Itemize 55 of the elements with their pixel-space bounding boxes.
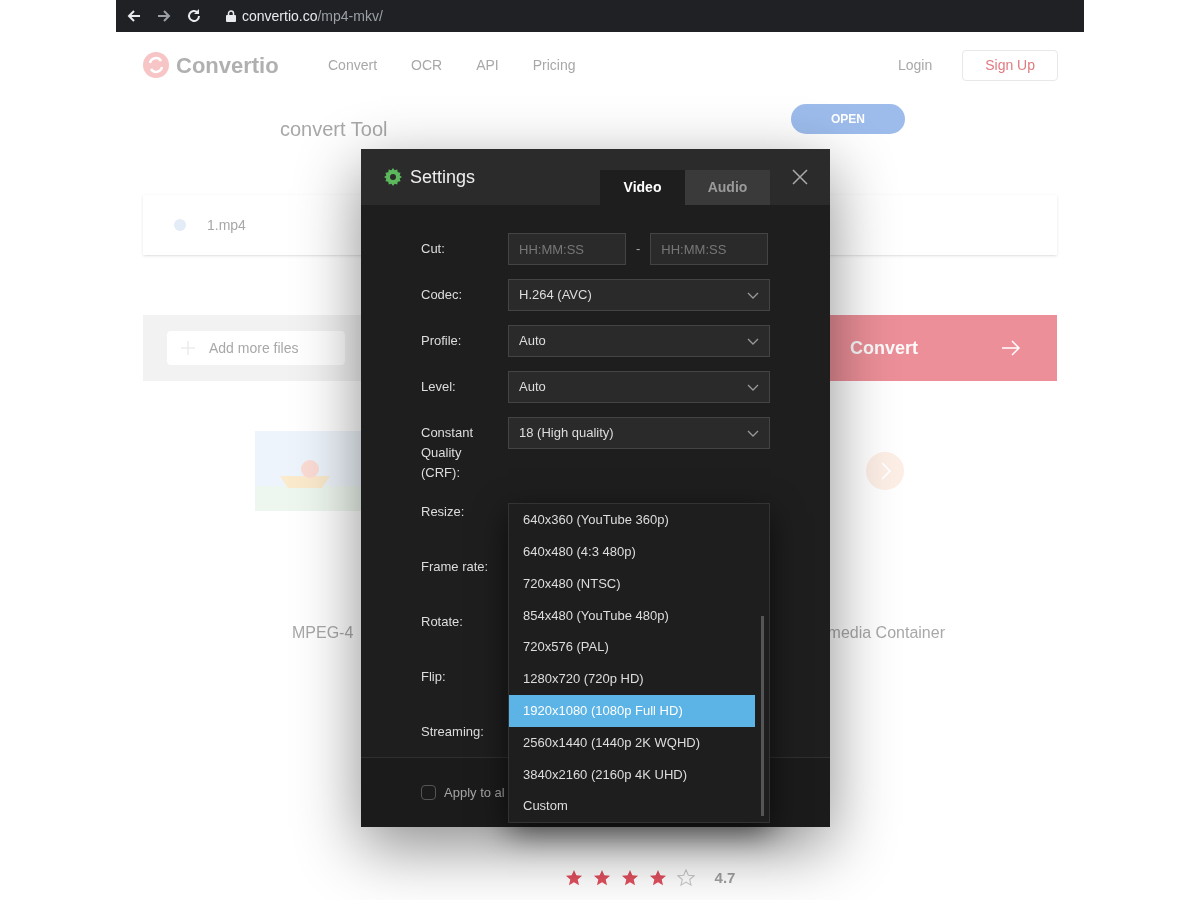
star-icon xyxy=(564,869,583,888)
apply-all-label: Apply to al xyxy=(444,783,505,802)
chevron-down-icon xyxy=(747,337,759,345)
field-label: Frame rate: xyxy=(421,558,490,577)
gear-icon xyxy=(384,168,402,186)
star-icon xyxy=(648,869,667,888)
dropdown-option[interactable]: 720x576 (PAL) xyxy=(509,631,755,663)
field-label: Cut: xyxy=(421,240,446,258)
field-label: Level: xyxy=(421,378,457,396)
tab[interactable]: Audio xyxy=(685,170,770,205)
forward-icon[interactable] xyxy=(156,8,172,24)
dropdown-option[interactable]: 640x360 (YouTube 360p) xyxy=(509,504,755,536)
chevron-down-icon xyxy=(747,383,759,391)
apply-all-checkbox[interactable] xyxy=(421,785,436,800)
chevron-down-icon xyxy=(747,429,759,437)
lock-icon xyxy=(226,10,236,22)
select-field[interactable]: H.264 (AVC) xyxy=(508,279,770,311)
dropdown-option[interactable]: 720x480 (NTSC) xyxy=(509,567,755,600)
scrollbar[interactable] xyxy=(760,616,764,816)
select-field[interactable]: Auto xyxy=(508,325,770,357)
select-field[interactable]: Auto xyxy=(508,371,770,403)
dropdown-option[interactable]: 854x480 (YouTube 480p) xyxy=(509,599,755,632)
field-label: Constant Quality (CRF): xyxy=(421,424,475,482)
field-label: Rotate: xyxy=(421,613,464,631)
field-label: Codec: xyxy=(421,286,464,304)
format-title: MPEG-4 xyxy=(292,623,354,643)
dropdown-option[interactable]: 640x480 (4:3 480p) xyxy=(509,535,755,568)
tab[interactable]: Video xyxy=(600,170,685,205)
star-icon xyxy=(620,869,639,888)
field-label: Streaming: xyxy=(421,722,485,741)
field-label: Resize: xyxy=(421,503,466,522)
dropdown-option[interactable]: Custom xyxy=(509,790,755,822)
dropdown-option[interactable]: 2560x1440 (1440p 2K WQHD) xyxy=(509,726,755,759)
close-icon[interactable] xyxy=(792,169,808,185)
field-label: Profile: xyxy=(421,332,463,350)
star-icon xyxy=(592,869,611,888)
reload-icon[interactable] xyxy=(186,8,202,24)
field-label: Flip: xyxy=(421,667,447,686)
dropdown-option[interactable]: 1280x720 (720p HD) xyxy=(509,663,755,695)
time-field[interactable]: HH:MM:SS xyxy=(650,233,769,265)
time-field[interactable]: HH:MM:SS xyxy=(508,233,626,265)
arrow-icon xyxy=(1001,338,1021,358)
dropdown-option[interactable]: 3840x2160 (2160p 4K UHD) xyxy=(509,758,755,791)
back-icon[interactable] xyxy=(126,8,142,24)
ad-title: convert Tool xyxy=(280,117,388,142)
url-text[interactable]: convertio.co/mp4-mkv/ xyxy=(242,5,383,27)
chevron-down-icon xyxy=(747,291,759,299)
select-field[interactable]: 18 (High quality) xyxy=(508,417,770,449)
rating-score: 4.7 xyxy=(714,868,736,888)
file-status-icon xyxy=(173,218,187,232)
logo-icon xyxy=(142,51,170,79)
range-separator: - xyxy=(636,240,641,259)
dialog-title: Settings xyxy=(410,165,476,189)
file-name: 1.mp4 xyxy=(207,215,246,235)
star-icon xyxy=(676,869,695,888)
